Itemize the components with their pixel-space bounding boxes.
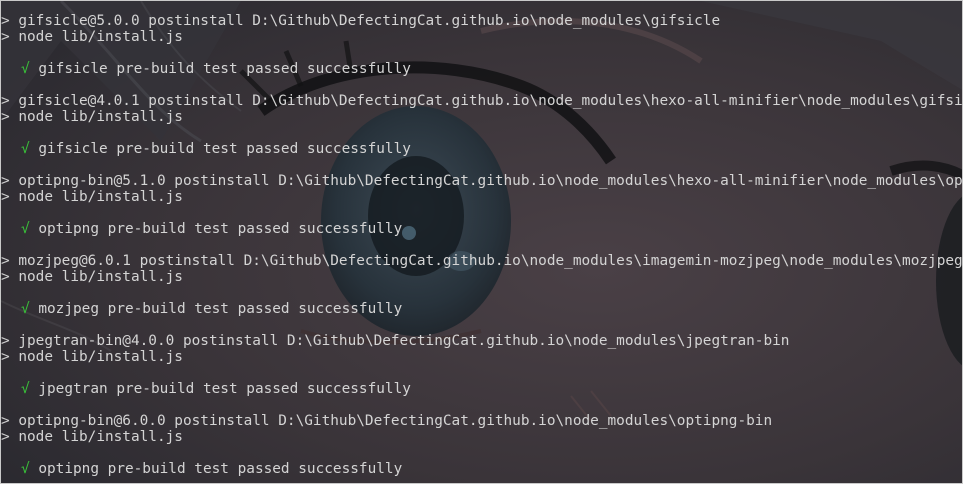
command-line: > jpegtran-bin@4.0.0 postinstall D:\Gith… <box>1 333 962 349</box>
install-script: node lib/install.js <box>18 29 183 45</box>
prompt-symbol: > <box>1 93 10 109</box>
postinstall-command: jpegtran-bin@4.0.0 postinstall D:\Github… <box>18 333 790 349</box>
result-line: √ optipng pre-build test passed successf… <box>1 221 962 237</box>
postinstall-command: gifsicle@5.0.0 postinstall D:\Github\Def… <box>18 13 721 29</box>
postinstall-command: gifsicle@4.0.1 postinstall D:\Github\Def… <box>18 93 963 109</box>
install-script: node lib/install.js <box>18 349 183 365</box>
success-check-icon: √ <box>21 61 30 77</box>
result-line: √ gifsicle pre-build test passed success… <box>1 61 962 77</box>
prompt-symbol: > <box>1 413 10 429</box>
success-check-icon: √ <box>21 221 30 237</box>
result-line: √ optipng pre-build test passed successf… <box>1 461 962 477</box>
prompt-symbol: > <box>1 13 10 29</box>
install-script: node lib/install.js <box>18 109 183 125</box>
result-line: √ mozjpeg pre-build test passed successf… <box>1 301 962 317</box>
success-message: gifsicle pre-build test passed successfu… <box>38 61 411 77</box>
success-check-icon: √ <box>21 141 30 157</box>
command-line: > optipng-bin@6.0.0 postinstall D:\Githu… <box>1 413 962 429</box>
command-line: > gifsicle@5.0.0 postinstall D:\Github\D… <box>1 13 962 29</box>
command-line: > optipng-bin@5.1.0 postinstall D:\Githu… <box>1 173 963 189</box>
success-check-icon: √ <box>21 461 30 477</box>
postinstall-command: optipng-bin@6.0.0 postinstall D:\Github\… <box>18 413 773 429</box>
postinstall-command: optipng-bin@5.1.0 postinstall D:\Github\… <box>18 173 963 189</box>
prompt-symbol: > <box>1 269 10 285</box>
prompt-symbol: > <box>1 189 10 205</box>
success-message: mozjpeg pre-build test passed successful… <box>38 301 403 317</box>
prompt-symbol: > <box>1 109 10 125</box>
script-line: > node lib/install.js <box>1 109 962 125</box>
terminal-output[interactable]: > gifsicle@5.0.0 postinstall D:\Github\D… <box>1 13 963 483</box>
install-script: node lib/install.js <box>18 269 183 285</box>
success-message: jpegtran pre-build test passed successfu… <box>38 381 411 397</box>
script-line: > node lib/install.js <box>1 269 962 285</box>
install-script: node lib/install.js <box>18 429 183 445</box>
script-line: > node lib/install.js <box>1 429 962 445</box>
command-line: > gifsicle@4.0.1 postinstall D:\Github\D… <box>1 93 963 109</box>
terminal-window[interactable]: > gifsicle@5.0.0 postinstall D:\Github\D… <box>0 0 963 484</box>
prompt-symbol: > <box>1 429 10 445</box>
prompt-symbol: > <box>1 253 10 269</box>
success-message: optipng pre-build test passed successful… <box>38 461 403 477</box>
prompt-symbol: > <box>1 29 10 45</box>
success-message: gifsicle pre-build test passed successfu… <box>38 141 411 157</box>
prompt-symbol: > <box>1 333 10 349</box>
prompt-symbol: > <box>1 349 10 365</box>
script-line: > node lib/install.js <box>1 29 962 45</box>
prompt-symbol: > <box>1 173 10 189</box>
script-line: > node lib/install.js <box>1 349 962 365</box>
result-line: √ jpegtran pre-build test passed success… <box>1 381 962 397</box>
script-line: > node lib/install.js <box>1 189 962 205</box>
install-script: node lib/install.js <box>18 189 183 205</box>
success-check-icon: √ <box>21 381 30 397</box>
postinstall-command: mozjpeg@6.0.1 postinstall D:\Github\Defe… <box>18 253 963 269</box>
result-line: √ gifsicle pre-build test passed success… <box>1 141 962 157</box>
success-message: optipng pre-build test passed successful… <box>38 221 403 237</box>
success-check-icon: √ <box>21 301 30 317</box>
command-line: > mozjpeg@6.0.1 postinstall D:\Github\De… <box>1 253 963 269</box>
